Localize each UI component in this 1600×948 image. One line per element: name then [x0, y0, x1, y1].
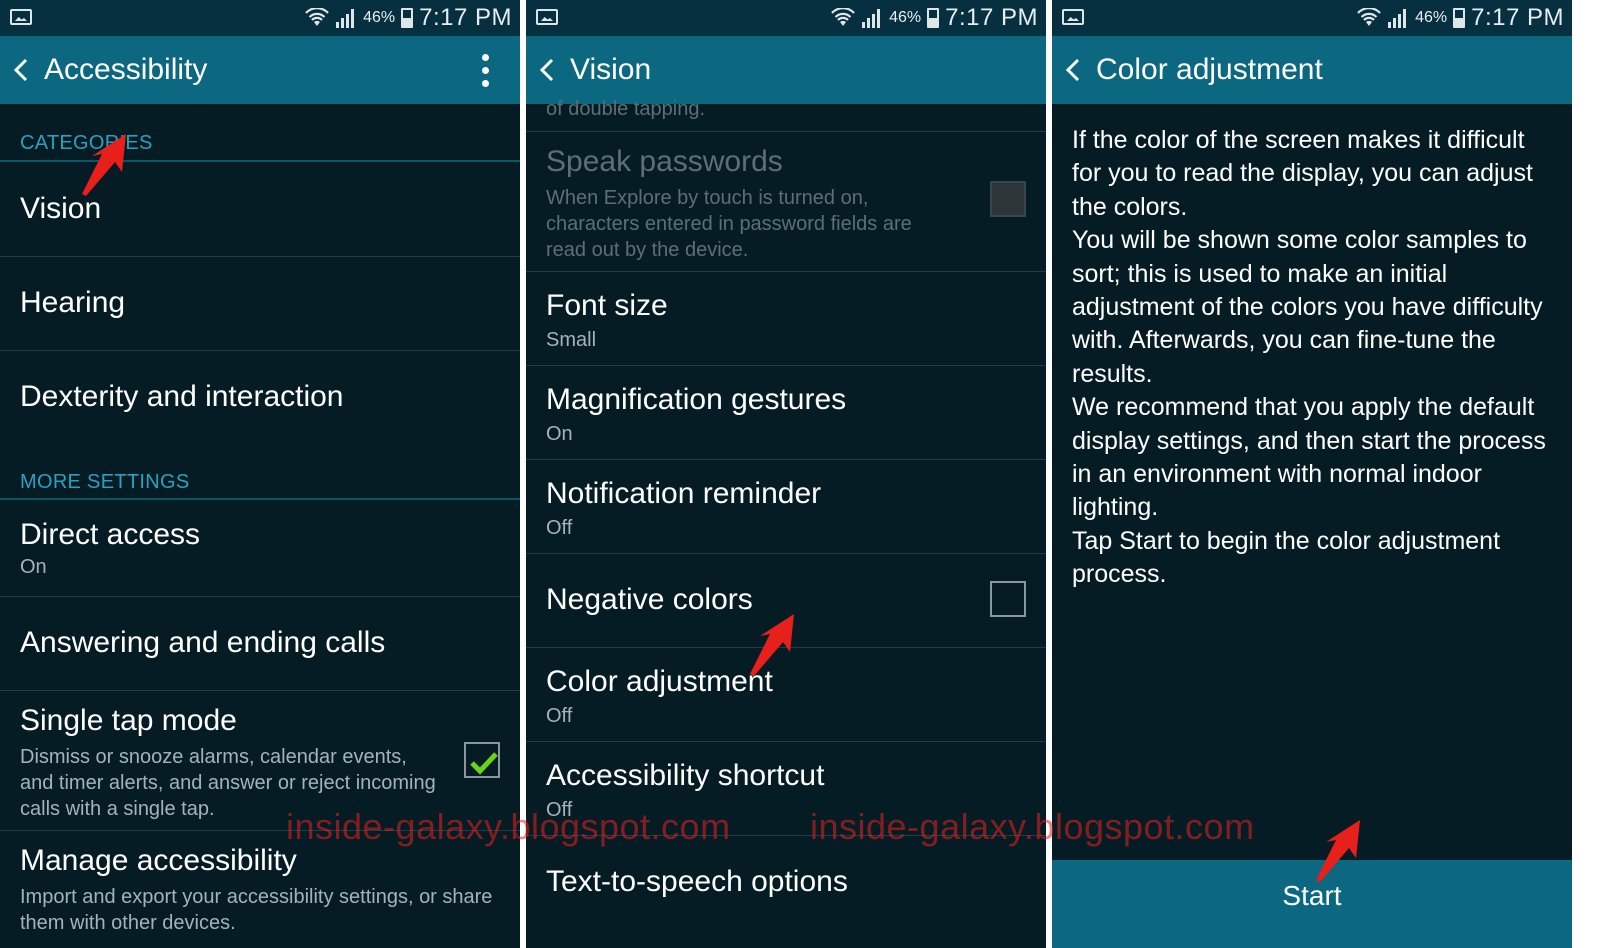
battery-icon: [927, 8, 940, 28]
list-item-hearing[interactable]: Hearing: [0, 256, 520, 351]
list-item-description: Import and export your accessibility set…: [20, 886, 493, 934]
list-item-label: Manage accessibility: [20, 844, 297, 877]
status-bar: 46% 7:17 PM: [526, 0, 1046, 36]
list-item-label: Negative colors: [546, 583, 753, 616]
start-button[interactable]: Start: [1052, 860, 1572, 948]
checkmark-icon: [470, 752, 498, 775]
battery-icon: [401, 8, 414, 28]
status-bar: 46% 7:17 PM: [0, 0, 520, 36]
watermark-text: inside-galaxy.blogspot.com: [286, 806, 731, 847]
more-settings-heading: MORE SETTINGS: [20, 471, 190, 493]
annotation-arrow-icon: [750, 614, 794, 676]
list-item-label: Dexterity and interaction: [20, 380, 344, 413]
more-options-icon[interactable]: [482, 54, 490, 88]
start-button-label: Start: [1282, 880, 1342, 911]
page-title: Accessibility: [44, 53, 208, 86]
back-arrow-icon[interactable]: [1064, 58, 1082, 82]
list-item-tts-options[interactable]: Text-to-speech options: [526, 835, 1046, 948]
list-item-value: Small: [546, 329, 597, 351]
gallery-notification-icon: [10, 9, 32, 25]
instruction-paragraph: If the color of the screen makes it diff…: [1072, 126, 1533, 221]
back-arrow-icon[interactable]: [12, 58, 30, 82]
battery-percent: 46%: [363, 9, 396, 26]
list-item-label: Hearing: [20, 286, 126, 319]
clock: 7:17 PM: [1471, 4, 1564, 31]
battery-icon: [1453, 8, 1466, 28]
instruction-paragraph: You will be shown some color samples to …: [1072, 226, 1543, 388]
list-item-label: Direct access: [20, 518, 201, 551]
signal-icon: [1388, 9, 1407, 28]
single-tap-checkbox[interactable]: [464, 742, 500, 778]
list-item-label: Speak passwords: [546, 145, 783, 178]
list-item-font-size[interactable]: Font size Small: [526, 271, 1046, 366]
list-item-speak-passwords[interactable]: Speak passwords When Explore by touch is…: [526, 131, 1046, 272]
clock: 7:17 PM: [419, 4, 512, 31]
instruction-paragraph: We recommend that you apply the default …: [1072, 393, 1546, 522]
list-item-label: Magnification gestures: [546, 383, 847, 416]
list-item-label: Text-to-speech options: [546, 865, 848, 898]
wifi-icon: [305, 8, 329, 26]
list-item-answering-calls[interactable]: Answering and ending calls: [0, 596, 520, 691]
page-title: Color adjustment: [1096, 53, 1323, 86]
list-item-label: Notification reminder: [546, 477, 822, 510]
list-item-value: Off: [546, 705, 573, 727]
list-item-label: Color adjustment: [546, 665, 773, 698]
instructions-text: If the color of the screen makes it diff…: [1072, 124, 1558, 592]
list-item-magnification-gestures[interactable]: Magnification gestures On: [526, 365, 1046, 460]
app-bar: Color adjustment: [1052, 36, 1572, 104]
page-title: Vision: [570, 53, 652, 86]
battery-percent: 46%: [889, 9, 922, 26]
gallery-notification-icon: [1062, 9, 1084, 25]
watermark-text: inside-galaxy.blogspot.com: [810, 806, 1255, 847]
list-item-partial: of double tapping.: [526, 84, 1046, 132]
list-item-value: On: [546, 423, 573, 445]
status-bar: 46% 7:17 PM: [1052, 0, 1572, 36]
list-item-label: Single tap mode: [20, 704, 237, 737]
signal-icon: [862, 9, 881, 28]
app-bar: Accessibility: [0, 36, 520, 104]
list-item-notification-reminder[interactable]: Notification reminder Off: [526, 459, 1046, 554]
wifi-icon: [831, 8, 855, 26]
list-item-label: Accessibility shortcut: [546, 759, 825, 792]
list-item-description: When Explore by touch is turned on, char…: [546, 187, 912, 261]
clock: 7:17 PM: [945, 4, 1038, 31]
list-item-description: of double tapping.: [546, 98, 706, 120]
list-item-value: On: [20, 556, 47, 578]
gallery-notification-icon: [536, 9, 558, 25]
list-item-vision[interactable]: Vision: [0, 162, 520, 257]
list-item-dexterity[interactable]: Dexterity and interaction: [0, 350, 520, 444]
list-item-label: Font size: [546, 289, 668, 322]
battery-percent: 46%: [1415, 9, 1448, 26]
wifi-icon: [1357, 8, 1381, 26]
annotation-arrow-icon: [82, 134, 126, 196]
list-item-label: Answering and ending calls: [20, 626, 386, 659]
speak-passwords-checkbox[interactable]: [990, 181, 1026, 217]
list-item-direct-access[interactable]: Direct access On: [0, 500, 520, 597]
instruction-paragraph: Tap Start to begin the color adjustment …: [1072, 526, 1501, 589]
signal-icon: [336, 9, 355, 28]
list-item-value: Off: [546, 517, 573, 539]
annotation-arrow-icon: [1316, 820, 1360, 882]
back-arrow-icon[interactable]: [538, 58, 556, 82]
negative-colors-checkbox[interactable]: [990, 581, 1026, 617]
